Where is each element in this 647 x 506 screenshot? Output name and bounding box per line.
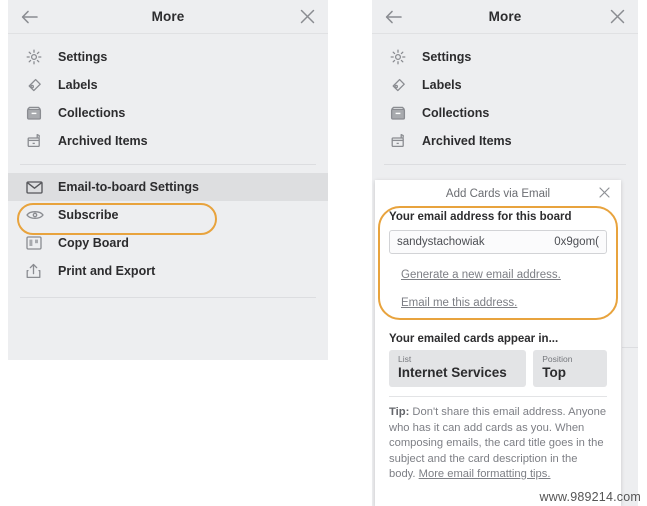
menu-item-label: Email-to-board Settings <box>58 180 199 194</box>
right-menu-group-1: Settings Labels Collections Archived Ite… <box>372 34 638 155</box>
popup-body: Your email address for this board sandys… <box>375 211 621 483</box>
menu-item-copy-board[interactable]: Copy Board <box>8 229 328 257</box>
popup-header: Add Cards via Email <box>375 180 621 207</box>
archive-icon <box>390 132 412 150</box>
menu-item-print-and-export[interactable]: Print and Export <box>8 257 328 285</box>
left-more-panel: More Settings Labels Collections Archive… <box>8 0 328 360</box>
menu-item-label: Archived Items <box>422 134 512 148</box>
tip-separator <box>389 396 607 397</box>
position-select-value: Top <box>542 365 566 380</box>
menu-item-collections[interactable]: Collections <box>8 99 328 127</box>
close-icon <box>300 9 315 24</box>
left-menu-group-2: Email-to-board Settings Subscribe Copy B… <box>8 165 328 285</box>
tag-icon <box>390 76 412 94</box>
menu-item-collections[interactable]: Collections <box>372 99 638 127</box>
back-button[interactable] <box>382 6 404 28</box>
tag-icon <box>26 76 48 94</box>
box-icon <box>26 104 48 122</box>
close-icon <box>610 9 625 24</box>
tip-prefix: Tip: <box>389 406 410 418</box>
menu-item-subscribe[interactable]: Subscribe <box>8 201 328 229</box>
cards-appear-in-label: Your emailed cards appear in... <box>389 333 559 345</box>
add-cards-via-email-popup: Add Cards via Email Your email address f… <box>375 180 621 506</box>
panel-title: More <box>488 9 522 24</box>
arrow-left-icon <box>385 10 402 24</box>
menu-item-labels[interactable]: Labels <box>8 71 328 99</box>
menu-item-archived[interactable]: Archived Items <box>372 127 638 155</box>
envelope-icon <box>26 178 48 196</box>
menu-item-settings[interactable]: Settings <box>372 43 638 71</box>
email-section-label: Your email address for this board <box>389 211 572 223</box>
list-select[interactable]: List Internet Services <box>389 350 527 387</box>
email-me-this-address-link[interactable]: Email me this address. <box>401 297 517 309</box>
left-panel-header: More <box>8 0 328 34</box>
menu-item-labels[interactable]: Labels <box>372 71 638 99</box>
menu-item-label: Collections <box>422 106 490 120</box>
watermark: www.989214.com <box>539 490 641 504</box>
close-button[interactable] <box>296 6 318 28</box>
generate-new-email-address-link[interactable]: Generate a new email address. <box>401 269 561 281</box>
menu-item-label: Collections <box>58 106 126 120</box>
position-select[interactable]: Position Top <box>533 350 607 387</box>
menu-item-label: Print and Export <box>58 264 156 278</box>
menu-item-label: Settings <box>422 50 472 64</box>
menu-divider-bottom <box>20 297 316 298</box>
close-button[interactable] <box>606 6 628 28</box>
gear-icon <box>390 48 412 66</box>
board-email-address-field[interactable]: sandystachowiak 0x9gom( <box>389 230 607 254</box>
popup-title: Add Cards via Email <box>445 187 551 200</box>
box-icon <box>390 104 412 122</box>
menu-divider <box>384 164 626 165</box>
menu-item-settings[interactable]: Settings <box>8 43 328 71</box>
email-me-link-row: Email me this address. <box>389 293 607 311</box>
menu-item-label: Copy Board <box>58 236 129 250</box>
archive-icon <box>26 132 48 150</box>
generate-link-row: Generate a new email address. <box>389 265 607 283</box>
position-select-caption: Position <box>542 354 573 364</box>
right-panel-header: More <box>372 0 638 34</box>
menu-item-archived[interactable]: Archived Items <box>8 127 328 155</box>
share-icon <box>26 262 48 280</box>
left-menu-group-1: Settings Labels Collections Archived Ite… <box>8 34 328 155</box>
arrow-left-icon <box>21 10 38 24</box>
back-button[interactable] <box>18 6 40 28</box>
close-icon <box>598 185 610 203</box>
menu-item-label: Settings <box>58 50 108 64</box>
email-domain-part: 0x9gom( <box>554 236 599 248</box>
gear-icon <box>26 48 48 66</box>
board-icon <box>26 234 48 252</box>
destination-selects: List Internet Services Position Top <box>389 350 607 387</box>
panel-title: More <box>151 9 185 24</box>
tip-text: Tip: Don't share this email address. Any… <box>389 405 607 483</box>
eye-icon <box>26 206 48 224</box>
menu-item-label: Archived Items <box>58 134 148 148</box>
popup-close-button[interactable] <box>596 186 612 202</box>
menu-item-label: Labels <box>58 78 98 92</box>
menu-item-email-to-board-settings[interactable]: Email-to-board Settings <box>8 173 328 201</box>
menu-item-label: Labels <box>422 78 462 92</box>
menu-item-label: Subscribe <box>58 208 119 222</box>
email-local-part: sandystachowiak <box>397 236 485 248</box>
right-panel-background-divider <box>622 347 638 348</box>
list-select-value: Internet Services <box>398 365 507 380</box>
more-email-formatting-tips-link[interactable]: More email formatting tips. <box>419 468 551 480</box>
list-select-caption: List <box>398 354 412 364</box>
